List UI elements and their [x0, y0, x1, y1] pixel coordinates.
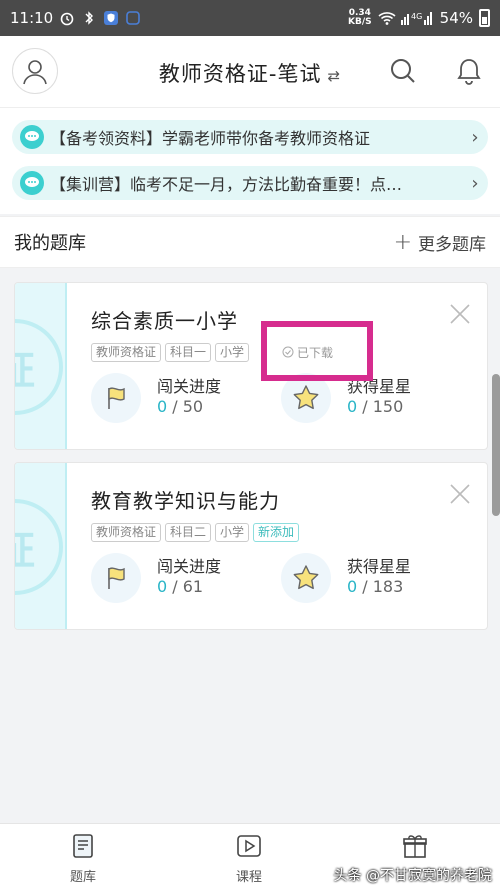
- stars-stat: 获得星星 0 / 183: [281, 551, 451, 605]
- swap-icon: ⇄: [327, 67, 342, 85]
- card-stripe: 证: [15, 463, 67, 629]
- my-question-bank-header: 我的题库 + 更多题库: [0, 216, 500, 268]
- book-icon: [73, 834, 93, 858]
- gift-icon: [403, 835, 427, 858]
- notice-area: 【备考领资料】学霸老师带你备考教师资格证 › 【集训营】临考不足一月，方法比勤奋…: [0, 108, 500, 214]
- tag: 小学: [215, 523, 250, 542]
- card-stripe: 证: [15, 283, 67, 449]
- card-title: 教育教学知识与能力: [91, 489, 280, 513]
- watermark: 头条 @不甘寂寞的养老院: [333, 868, 492, 884]
- star-icon: [281, 553, 331, 603]
- question-bank-card[interactable]: 证 综合素质一小学 教师资格证 科目一 小学 闯关进度 0 / 50 获得星星 …: [14, 282, 488, 450]
- chevron-right-icon: ›: [471, 172, 479, 194]
- status-bar: 11:10 0.34 KB/S 4G 54%: [0, 0, 500, 36]
- stars-value: 0 / 183: [347, 577, 404, 596]
- stars-value: 0 / 150: [347, 397, 404, 416]
- tag: 科目二: [165, 523, 212, 542]
- more-question-banks-button[interactable]: + 更多题库: [394, 230, 486, 255]
- flag-icon: [91, 553, 141, 603]
- progress-label: 闯关进度: [157, 377, 222, 396]
- tag-list: 教师资格证 科目一 小学: [91, 343, 250, 362]
- search-icon: [391, 59, 415, 83]
- shield-app-icon: [103, 10, 119, 26]
- certificate-stamp: 证: [15, 319, 63, 415]
- bell-icon: [457, 59, 481, 85]
- notification-button[interactable]: [452, 54, 486, 88]
- nav-label: 课程: [235, 870, 262, 885]
- bluetooth-icon: [81, 10, 97, 26]
- exam-switcher[interactable]: 教师资格证-笔试 ⇄: [0, 58, 500, 88]
- notice-banner[interactable]: 【集训营】临考不足一月，方法比勤奋重要！点… ›: [12, 166, 488, 200]
- close-button[interactable]: [449, 303, 471, 325]
- search-button[interactable]: [386, 54, 420, 88]
- notification-app-icon: [125, 10, 141, 26]
- nav-item-question-bank[interactable]: 题库: [48, 832, 118, 885]
- alarm-icon: [59, 10, 75, 26]
- battery-percent: 54%: [439, 9, 473, 27]
- card-title: 综合素质一小学: [91, 309, 238, 333]
- chat-icon: [20, 125, 44, 149]
- close-button[interactable]: [449, 483, 471, 505]
- page-title: 教师资格证-笔试: [158, 62, 322, 86]
- stars-label: 获得星星: [347, 557, 412, 576]
- tag-list: 教师资格证 科目二 小学 新添加: [91, 523, 300, 542]
- wifi-icon: [378, 10, 396, 26]
- tag: 科目一: [165, 343, 212, 362]
- section-title: 我的题库: [14, 233, 86, 254]
- notice-text: 【集训营】临考不足一月，方法比勤奋重要！点…: [50, 175, 403, 194]
- nav-label: 题库: [69, 870, 96, 885]
- close-icon: [450, 484, 470, 504]
- tag: 教师资格证: [91, 523, 162, 542]
- progress-label: 闯关进度: [157, 557, 222, 576]
- nav-item-courses[interactable]: 课程: [214, 832, 284, 885]
- chevron-right-icon: ›: [471, 126, 479, 148]
- progress-stat: 闯关进度 0 / 61: [91, 551, 261, 605]
- notice-banner[interactable]: 【备考领资料】学霸老师带你备考教师资格证 ›: [12, 120, 488, 154]
- progress-value: 0 / 50: [157, 397, 204, 416]
- question-bank-card[interactable]: 证 教育教学知识与能力 教师资格证 科目二 小学 新添加 闯关进度 0 / 61…: [14, 462, 488, 630]
- status-time: 11:10: [10, 9, 54, 27]
- tag: 小学: [215, 343, 250, 362]
- battery-icon: [479, 9, 490, 27]
- signal-icon: 4G: [400, 10, 434, 26]
- progress-value: 0 / 61: [157, 577, 204, 596]
- bottom-nav: 题库 课程 头条 @不甘寂寞的养老院: [0, 823, 500, 889]
- net-speed: 0.34 KB/S: [348, 8, 372, 27]
- nav-item-gift[interactable]: [380, 832, 450, 866]
- app-header: 教师资格证-笔试 ⇄: [0, 36, 500, 108]
- tag: 教师资格证: [91, 343, 162, 362]
- notice-text: 【备考领资料】学霸老师带你备考教师资格证: [50, 129, 371, 148]
- svg-text:4G: 4G: [411, 12, 422, 21]
- new-tag: 新添加: [253, 523, 300, 542]
- scrollbar[interactable]: [492, 374, 500, 516]
- flag-icon: [91, 373, 141, 423]
- certificate-stamp: 证: [15, 499, 63, 595]
- play-icon: [237, 835, 261, 857]
- close-icon: [450, 304, 470, 324]
- chat-icon: [20, 171, 44, 195]
- progress-stat: 闯关进度 0 / 50: [91, 371, 261, 425]
- more-label: 更多题库: [418, 234, 486, 255]
- plus-icon: +: [393, 229, 412, 255]
- highlight-box: [261, 321, 373, 381]
